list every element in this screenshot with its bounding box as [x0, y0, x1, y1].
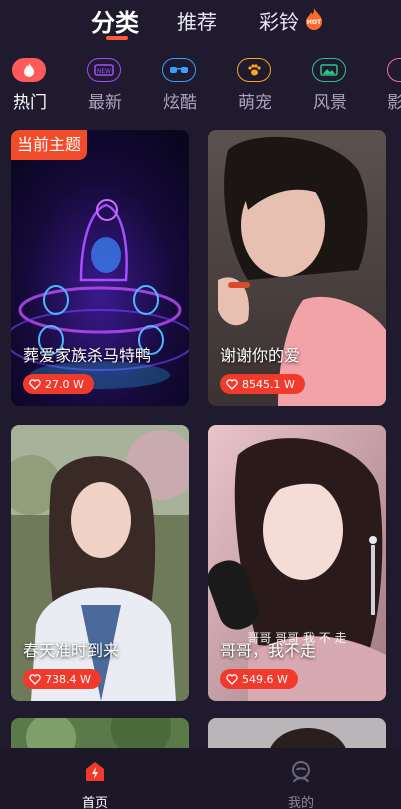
top-tab-bar: 分类 推荐 彩铃 HOT: [0, 0, 401, 48]
card-title: 哥哥，我不走: [220, 641, 317, 660]
card-title: 葬爱家族杀马特鸭: [23, 346, 152, 365]
active-tab-indicator: [106, 36, 128, 40]
theme-card[interactable]: 春天准时到来 738.4 W: [11, 425, 189, 701]
likes-count: 549.6 W: [242, 672, 288, 686]
video-icon: [387, 58, 401, 82]
category-pets[interactable]: 萌宠: [225, 54, 285, 114]
theme-card[interactable]: 谢谢你的爱 8545.1 W: [208, 130, 386, 406]
category-label: 萌宠: [238, 93, 272, 113]
paw-icon: [237, 58, 271, 82]
new-icon: NEW: [87, 58, 121, 82]
home-flash-icon: [86, 762, 104, 781]
likes-badge: 549.6 W: [220, 669, 298, 689]
nav-home[interactable]: 首页: [55, 756, 135, 809]
nav-label: 首页: [81, 796, 108, 809]
fire-icon: [12, 58, 46, 82]
category-label: 最新: [88, 93, 122, 113]
category-landscape[interactable]: 风景: [300, 54, 360, 114]
category-new[interactable]: NEW 最新: [75, 54, 135, 114]
heart-icon: [226, 673, 238, 685]
tab-category[interactable]: 分类: [91, 3, 139, 38]
landscape-icon: [312, 58, 346, 82]
current-theme-badge: 当前主题: [11, 130, 88, 160]
category-label: 热门: [13, 93, 47, 113]
profile-icon: [292, 761, 310, 783]
likes-badge: 8545.1 W: [220, 374, 305, 394]
likes-badge: 27.0 W: [23, 374, 94, 394]
likes-count: 8545.1 W: [242, 377, 295, 391]
likes-count: 27.0 W: [45, 377, 84, 391]
nav-profile[interactable]: 我的: [261, 756, 341, 809]
category-hot[interactable]: 热门: [0, 54, 60, 114]
nav-label: 我的: [287, 796, 314, 809]
card-title: 春天准时到来: [23, 641, 120, 660]
heart-icon: [226, 378, 238, 390]
svg-text:HOT: HOT: [307, 19, 322, 26]
theme-card[interactable]: 当前主题 葬爱家族杀马特鸭 27.0 W: [11, 130, 189, 406]
likes-badge: 738.4 W: [23, 669, 101, 689]
category-film[interactable]: 影: [375, 54, 401, 114]
hot-flame-icon: HOT: [306, 8, 322, 30]
sunglasses-icon: [162, 58, 196, 82]
tab-recommend[interactable]: 推荐: [177, 6, 217, 35]
card-title: 谢谢你的爱: [220, 346, 301, 365]
likes-count: 738.4 W: [45, 672, 91, 686]
category-label: 风景: [313, 93, 347, 113]
category-label: 影: [387, 93, 401, 113]
heart-icon: [29, 378, 41, 390]
theme-card[interactable]: 哥哥 哥哥 我 不 走 哥哥，我不走 549.6 W: [208, 425, 386, 701]
heart-icon: [29, 673, 41, 685]
category-label: 炫酷: [163, 93, 197, 113]
category-cool[interactable]: 炫酷: [150, 54, 210, 114]
svg-text:NEW: NEW: [97, 68, 111, 75]
bottom-navigation: 首页 我的: [0, 748, 401, 809]
category-row: 热门 NEW 最新 炫酷 萌宠 风景 影: [0, 54, 401, 114]
tab-ringtone[interactable]: 彩铃: [259, 6, 299, 35]
